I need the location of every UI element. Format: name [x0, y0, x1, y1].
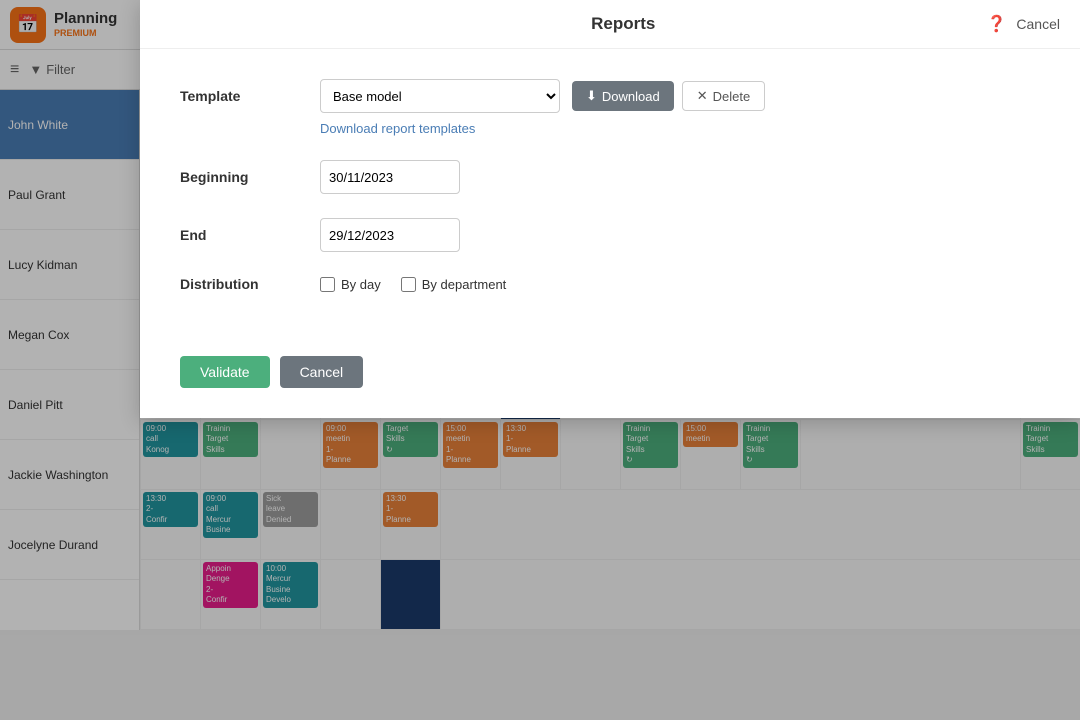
delete-button[interactable]: ✕ Delete: [682, 81, 765, 111]
delete-label: Delete: [713, 89, 751, 104]
download-icon: ⬇: [586, 88, 597, 104]
modal-header: Reports ❓ Cancel: [140, 0, 1080, 49]
by-department-checkbox-label[interactable]: By department: [401, 277, 507, 292]
by-day-checkbox-label[interactable]: By day: [320, 277, 381, 292]
beginning-row: Beginning: [180, 160, 1040, 194]
modal-footer: Validate Cancel: [140, 346, 1080, 418]
distribution-label: Distribution: [180, 276, 320, 292]
end-row: End: [180, 218, 1040, 252]
modal-header-actions: ❓ Cancel: [986, 14, 1060, 34]
modal-cancel-link[interactable]: Cancel: [1016, 16, 1060, 32]
by-day-checkbox[interactable]: [320, 277, 335, 292]
download-label: Download: [602, 89, 660, 104]
distribution-options: By day By department: [320, 277, 506, 292]
template-row: Template Base model Custom 1 Custom 2 ⬇ …: [180, 79, 1040, 113]
end-input[interactable]: [320, 218, 460, 252]
end-label: End: [180, 227, 320, 243]
template-label: Template: [180, 88, 320, 104]
modal-body: Template Base model Custom 1 Custom 2 ⬇ …: [140, 49, 1080, 346]
beginning-label: Beginning: [180, 169, 320, 185]
template-actions: ⬇ Download ✕ Delete: [572, 81, 765, 111]
by-department-label: By department: [422, 277, 507, 292]
distribution-row: Distribution By day By department: [180, 276, 1040, 292]
template-select[interactable]: Base model Custom 1 Custom 2: [320, 79, 560, 113]
by-department-checkbox[interactable]: [401, 277, 416, 292]
validate-button[interactable]: Validate: [180, 356, 270, 388]
beginning-input[interactable]: [320, 160, 460, 194]
modal-help-icon[interactable]: ❓: [986, 14, 1006, 34]
download-templates-link[interactable]: Download report templates: [320, 121, 1040, 136]
reports-modal: Reports ❓ Cancel Template Base model Cus…: [140, 0, 1080, 418]
download-button[interactable]: ⬇ Download: [572, 81, 674, 111]
delete-icon: ✕: [697, 88, 708, 104]
by-day-label: By day: [341, 277, 381, 292]
cancel-button[interactable]: Cancel: [280, 356, 364, 388]
modal-title: Reports: [260, 14, 986, 34]
